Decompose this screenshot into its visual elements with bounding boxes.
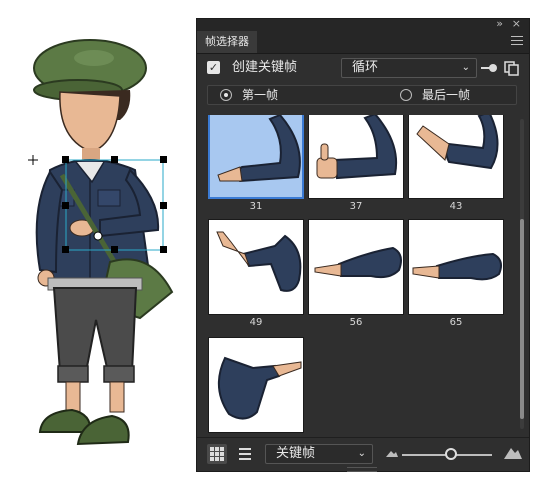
slider-knob[interactable]: [445, 448, 457, 460]
grid-icon: [210, 447, 224, 461]
frame-thumb-56[interactable]: [308, 219, 404, 315]
arm-pose-image: [217, 115, 301, 183]
frame-number-43: 43: [449, 201, 463, 212]
frame-number-37: 37: [349, 201, 363, 212]
frame-number-49: 49: [249, 317, 263, 328]
frame-thumb-65[interactable]: [408, 219, 504, 315]
panel-bottom-bar: 关键帧 ⌄: [197, 437, 529, 472]
panel-title-strip: » ×: [197, 17, 529, 31]
chevron-down-icon: ⌄: [461, 62, 470, 73]
frame-number-56: 56: [349, 317, 363, 328]
frame-picker-panel: » × 帧选择器 ✓ 创建关键帧 循环 ⌄ 第一帧 最后一帧 31 37 43 …: [196, 17, 530, 472]
mountain-large-icon: [504, 448, 522, 459]
radio-first-frame[interactable]: [220, 89, 232, 101]
create-keyframe-checkbox[interactable]: ✓: [207, 61, 220, 74]
scroll-thumb[interactable]: [520, 219, 524, 419]
frame-thumb-43[interactable]: [408, 115, 504, 199]
pin-and-copy-icons: [481, 61, 519, 76]
loop-dropdown-value: 循环: [352, 60, 379, 75]
arm-pose-image: [216, 231, 302, 292]
arm-pose-image: [416, 115, 499, 170]
arm-pose-image: [412, 252, 502, 281]
character-artwork: [28, 39, 174, 446]
view-filter-value: 关键帧: [276, 446, 316, 461]
crosshair-cursor: [28, 155, 38, 165]
range-radio-group: 第一帧 最后一帧: [207, 85, 517, 105]
frame-thumb-73[interactable]: [208, 337, 304, 433]
mountain-small-icon: [386, 451, 398, 457]
list-icon: [239, 448, 251, 460]
arm-pose-image: [314, 246, 402, 279]
panel-tab-row: 帧选择器: [197, 31, 529, 54]
chevron-down-icon: ⌄: [357, 448, 366, 459]
view-filter-dropdown[interactable]: 关键帧 ⌄: [265, 444, 373, 464]
frame-number-65: 65: [449, 317, 463, 328]
collapse-icon[interactable]: »: [496, 17, 503, 31]
first-frame-label: 第一帧: [242, 88, 279, 102]
options-row: ✓ 创建关键帧 循环 ⌄: [197, 54, 529, 82]
frame-thumb-31[interactable]: [208, 115, 304, 199]
frame-thumb-37[interactable]: [308, 115, 404, 199]
frame-thumb-49[interactable]: [208, 219, 304, 315]
last-frame-label: 最后一帧: [422, 88, 471, 102]
frame-grid-scrollbar[interactable]: [517, 115, 527, 433]
panel-menu-icon[interactable]: [511, 36, 523, 46]
list-view-button[interactable]: [235, 444, 255, 464]
frame-grid: 31 37 43 49 56 65: [205, 115, 511, 433]
arm-pose-image: [218, 356, 302, 420]
resize-grip[interactable]: [347, 467, 377, 472]
arm-pose-image: [316, 115, 398, 180]
character-canvas[interactable]: [0, 0, 200, 480]
close-icon[interactable]: ×: [512, 17, 521, 31]
create-keyframe-label: 创建关键帧: [232, 60, 298, 75]
tab-frame-picker[interactable]: 帧选择器: [197, 31, 257, 53]
frame-number-31: 31: [249, 201, 263, 212]
loop-dropdown[interactable]: 循环 ⌄: [341, 58, 477, 78]
grid-view-button[interactable]: [207, 444, 227, 464]
radio-last-frame[interactable]: [400, 89, 412, 101]
